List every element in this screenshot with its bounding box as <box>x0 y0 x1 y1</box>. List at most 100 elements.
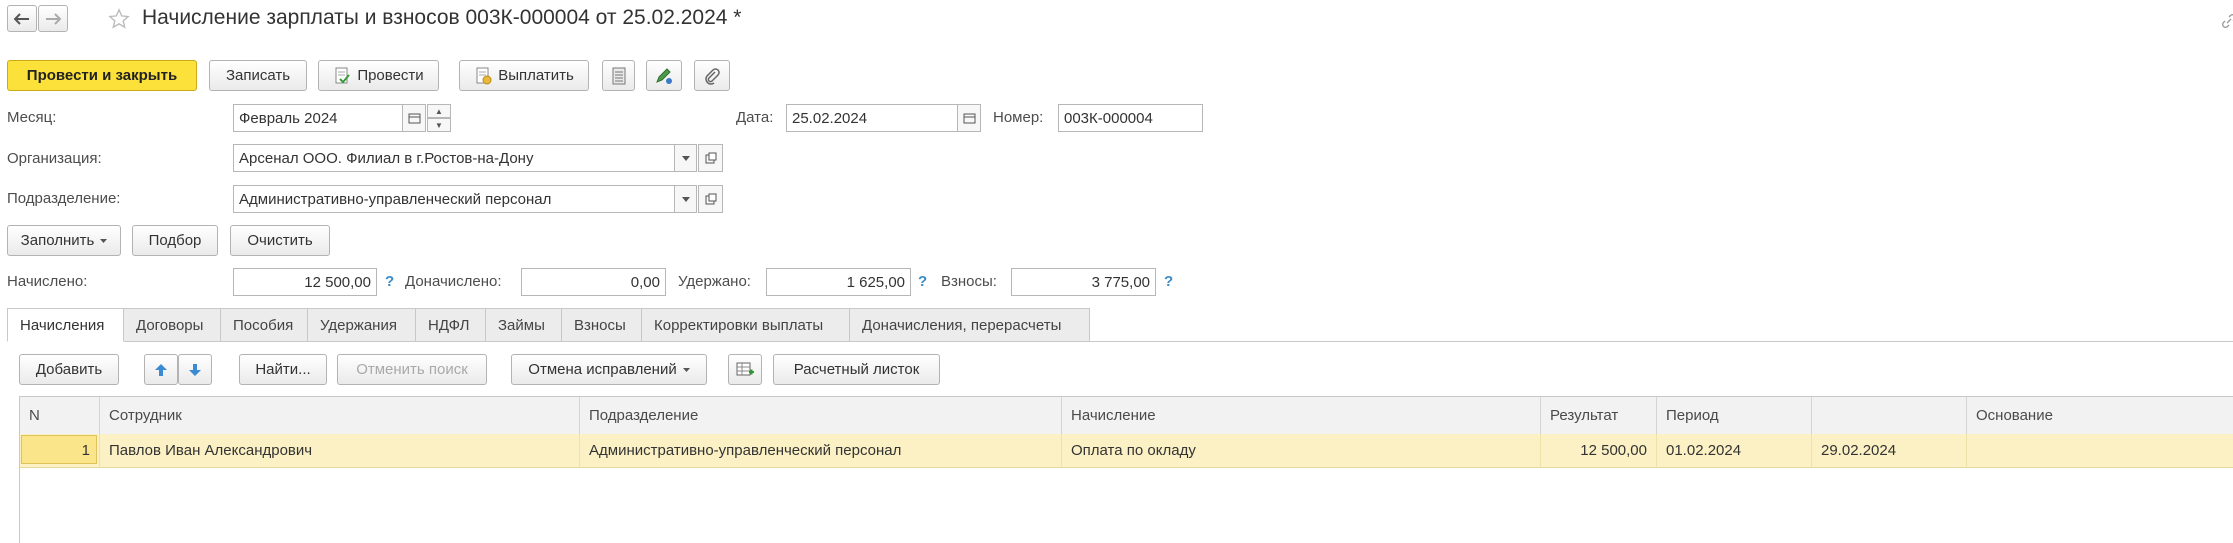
fill-button-label: Заполнить <box>20 232 95 249</box>
month-stepper-up[interactable]: ▲ <box>427 104 451 118</box>
cell-employee[interactable]: Павлов Иван Александрович <box>100 434 580 467</box>
pay-document-icon <box>476 67 492 84</box>
accruals-table: N Сотрудник Подразделение Начисление Рез… <box>19 396 2233 543</box>
chevron-down-icon <box>681 196 690 202</box>
additional-label: Доначислено: <box>405 273 502 290</box>
forward-button[interactable] <box>38 5 68 32</box>
date-calendar-button[interactable] <box>957 104 981 132</box>
move-up-button[interactable] <box>144 354 178 385</box>
tab-payment-adjustments[interactable]: Корректировки выплаты <box>642 308 850 342</box>
report-button[interactable] <box>602 60 635 91</box>
column-header-period-end[interactable] <box>1812 397 1967 434</box>
find-button[interactable]: Найти... <box>239 354 327 385</box>
tab-contributions[interactable]: Взносы <box>562 308 642 342</box>
contributions-field[interactable]: 3 775,00 <box>1011 268 1156 296</box>
pay-button[interactable]: Выплатить <box>459 60 589 91</box>
edit-button[interactable] <box>646 60 682 91</box>
cancel-corrections-label: Отмена исправлений <box>528 361 677 378</box>
cell-accrual[interactable]: Оплата по окладу <box>1062 434 1541 467</box>
cell-department[interactable]: Административно-управленческий персонал <box>580 434 1062 467</box>
tab-loans[interactable]: Займы <box>486 308 562 342</box>
post-button-label: Провести <box>357 67 424 84</box>
contributions-help-icon[interactable]: ? <box>1164 273 1173 290</box>
calendar-icon <box>963 113 975 124</box>
column-header-n[interactable]: N <box>20 397 100 434</box>
column-header-period[interactable]: Период <box>1657 397 1812 434</box>
cell-n[interactable]: 1 <box>20 434 100 467</box>
withheld-help-icon[interactable]: ? <box>918 273 927 290</box>
department-open-button[interactable] <box>698 185 723 213</box>
chevron-down-icon <box>682 367 690 372</box>
pick-button[interactable]: Подбор <box>132 225 218 256</box>
post-and-close-button[interactable]: Провести и закрыть <box>7 60 197 91</box>
cell-result[interactable]: 12 500,00 <box>1541 434 1657 467</box>
link-icon[interactable] <box>2222 14 2233 28</box>
tab-deductions[interactable]: Удержания <box>308 308 416 342</box>
cell-basis[interactable] <box>1967 434 2233 467</box>
open-link-icon <box>705 152 716 164</box>
favorite-star-icon[interactable] <box>108 8 130 30</box>
column-header-employee[interactable]: Сотрудник <box>100 397 580 434</box>
month-label: Месяц: <box>7 109 57 126</box>
paperclip-icon <box>705 67 720 85</box>
fill-button[interactable]: Заполнить <box>7 225 121 256</box>
payslip-button[interactable]: Расчетный листок <box>773 354 940 385</box>
accrued-help-icon[interactable]: ? <box>385 273 394 290</box>
back-button[interactable] <box>7 5 37 32</box>
organization-field[interactable]: Арсенал ООО. Филиал в г.Ростов-на-Дону <box>233 144 675 172</box>
month-calendar-button[interactable] <box>402 104 426 132</box>
department-field[interactable]: Административно-управленческий персонал <box>233 185 675 213</box>
move-down-button[interactable] <box>178 354 212 385</box>
open-link-icon <box>705 193 716 205</box>
column-header-accrual[interactable]: Начисление <box>1062 397 1541 434</box>
tab-benefits[interactable]: Пособия <box>221 308 308 342</box>
clear-button[interactable]: Очистить <box>230 225 330 256</box>
pay-button-label: Выплатить <box>498 67 574 84</box>
tab-accruals[interactable]: Начисления <box>7 308 124 342</box>
date-field[interactable]: 25.02.2024 <box>786 104 958 132</box>
arrow-down-icon <box>189 363 201 376</box>
tab-baseline <box>1090 341 2233 342</box>
arrow-left-icon <box>14 12 29 25</box>
chevron-down-icon <box>100 238 108 243</box>
accrued-label: Начислено: <box>7 273 88 290</box>
table-row[interactable]: 1 Павлов Иван Александрович Администрати… <box>20 434 2233 468</box>
add-button[interactable]: Добавить <box>19 354 119 385</box>
contributions-label: Взносы: <box>941 273 997 290</box>
tab-recalculations[interactable]: Доначисления, перерасчеты <box>850 308 1090 342</box>
accrued-field[interactable]: 12 500,00 <box>233 268 377 296</box>
pencil-icon <box>656 67 672 84</box>
cell-period-start[interactable]: 01.02.2024 <box>1657 434 1812 467</box>
attach-button[interactable] <box>694 60 730 91</box>
department-label: Подразделение: <box>7 190 121 207</box>
number-field[interactable]: 003К-000004 <box>1058 104 1203 132</box>
cancel-corrections-button[interactable]: Отмена исправлений <box>511 354 707 385</box>
column-header-result[interactable]: Результат <box>1541 397 1657 434</box>
month-field[interactable]: Февраль 2024 <box>233 104 403 132</box>
cell-period-end[interactable]: 29.02.2024 <box>1812 434 1967 467</box>
withheld-label: Удержано: <box>678 273 751 290</box>
date-label: Дата: <box>736 109 774 126</box>
tab-contracts[interactable]: Договоры <box>124 308 221 342</box>
column-header-department[interactable]: Подразделение <box>580 397 1062 434</box>
organization-label: Организация: <box>7 150 102 167</box>
organization-open-button[interactable] <box>698 144 723 172</box>
additional-field[interactable]: 0,00 <box>521 268 666 296</box>
post-button[interactable]: Провести <box>318 60 439 91</box>
organization-dropdown-button[interactable] <box>674 144 697 172</box>
add-table-button[interactable] <box>728 354 762 385</box>
cell-n-value: 1 <box>81 442 90 459</box>
month-stepper-down[interactable]: ▼ <box>427 118 451 132</box>
column-header-basis[interactable]: Основание <box>1967 397 2233 434</box>
chevron-down-icon <box>681 155 690 161</box>
arrow-up-icon <box>155 363 167 376</box>
save-button[interactable]: Записать <box>209 60 307 91</box>
cancel-search-button[interactable]: Отменить поиск <box>337 354 487 385</box>
tab-bar: Начисления Договоры Пособия Удержания НД… <box>7 308 1090 342</box>
withheld-field[interactable]: 1 625,00 <box>766 268 911 296</box>
number-label: Номер: <box>993 109 1044 126</box>
department-dropdown-button[interactable] <box>674 185 697 213</box>
table-header: N Сотрудник Подразделение Начисление Рез… <box>20 397 2233 435</box>
tab-ndfl[interactable]: НДФЛ <box>416 308 486 342</box>
report-list-icon <box>612 67 625 84</box>
